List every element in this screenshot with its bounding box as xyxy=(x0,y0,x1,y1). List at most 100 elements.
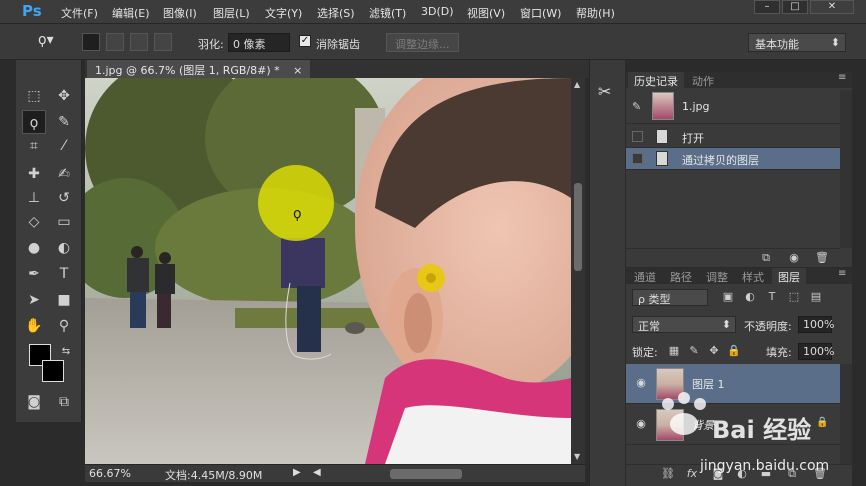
new-document-from-state-icon[interactable]: ⧉ xyxy=(758,250,774,266)
history-scrollbar[interactable] xyxy=(840,90,852,248)
zoom-level[interactable]: 66.67% xyxy=(89,467,131,480)
filter-type-icon[interactable]: T xyxy=(764,289,780,305)
blend-mode-select[interactable]: 正常 ⬍ xyxy=(632,316,736,333)
scroll-left-icon[interactable]: ◀ xyxy=(313,467,321,478)
history-step[interactable]: 打开 xyxy=(626,126,840,148)
menu-help[interactable]: 帮助(H) xyxy=(576,5,615,21)
layer-row[interactable]: ◉ 背景 🔒 xyxy=(626,405,840,445)
menu-view[interactable]: 视图(V) xyxy=(467,5,505,21)
path-selection-icon[interactable]: ➤ xyxy=(22,288,46,312)
layer-row[interactable]: ◉ 图层 1 xyxy=(626,364,840,404)
antialias-checkbox[interactable]: ✓ xyxy=(299,35,311,47)
maximize-button[interactable]: □ xyxy=(782,0,808,14)
refine-edge-button[interactable]: 调整边缘... xyxy=(386,33,459,52)
menu-layer[interactable]: 图层(L) xyxy=(213,5,250,21)
stamp-tool-icon[interactable]: ⊥ xyxy=(22,186,46,210)
pen-tool-icon[interactable]: ✒ xyxy=(22,262,46,286)
layer-filter-select[interactable]: ρ 类型 xyxy=(632,289,708,306)
quick-mask-icon[interactable]: ◙ xyxy=(22,390,46,414)
layer-style-icon[interactable]: fx xyxy=(684,466,700,482)
history-step[interactable]: 通过拷贝的图层 xyxy=(626,148,840,170)
zoom-tool-icon[interactable]: ⚲ xyxy=(52,314,76,338)
subtract-selection-icon[interactable] xyxy=(130,33,148,51)
new-group-icon[interactable]: ▬ xyxy=(758,466,774,482)
type-tool-icon[interactable]: T xyxy=(52,262,76,286)
menu-window[interactable]: 窗口(W) xyxy=(520,5,561,21)
tab-styles[interactable]: 样式 xyxy=(736,268,770,284)
quick-selection-tool-icon[interactable]: ✎ xyxy=(52,110,76,134)
filter-shape-icon[interactable]: ⬚ xyxy=(786,289,802,305)
panel-menu-icon[interactable]: ≡ xyxy=(838,72,846,83)
tab-layers[interactable]: 图层 xyxy=(772,268,806,284)
lock-all-icon[interactable]: 🔒 xyxy=(726,343,742,359)
delete-layer-icon[interactable]: 🗑 xyxy=(812,466,828,482)
tab-actions[interactable]: 动作 xyxy=(686,72,720,88)
intersect-selection-icon[interactable] xyxy=(154,33,172,51)
lock-position-icon[interactable]: ✥ xyxy=(706,343,722,359)
dodge-tool-icon[interactable]: ◐ xyxy=(52,236,76,260)
image-canvas[interactable]: ϙ xyxy=(85,78,571,464)
history-brush-icon[interactable]: ↺ xyxy=(52,186,76,210)
fill-input[interactable]: 100% xyxy=(798,343,834,360)
healing-brush-icon[interactable]: ✚ xyxy=(22,162,46,186)
history-step-checkbox[interactable] xyxy=(632,153,643,164)
status-menu-arrow-icon[interactable]: ▶ xyxy=(293,467,301,478)
scroll-up-icon[interactable]: ▲ xyxy=(574,80,580,89)
menu-image[interactable]: 图像(I) xyxy=(163,5,197,21)
menu-file[interactable]: 文件(F) xyxy=(61,5,98,21)
horizontal-scroll-thumb[interactable] xyxy=(390,469,462,479)
tab-channels[interactable]: 通道 xyxy=(628,268,662,284)
history-step-checkbox[interactable] xyxy=(632,131,643,142)
add-mask-icon[interactable]: ◙ xyxy=(710,466,726,482)
scroll-down-icon[interactable]: ▼ xyxy=(574,452,580,461)
tab-paths[interactable]: 路径 xyxy=(664,268,698,284)
menu-type[interactable]: 文字(Y) xyxy=(265,5,302,21)
menu-select[interactable]: 选择(S) xyxy=(317,5,355,21)
history-snapshot[interactable]: ✎ 1.jpg xyxy=(626,90,840,124)
eraser-tool-icon[interactable]: ◇ xyxy=(22,210,46,234)
layers-scrollbar[interactable] xyxy=(840,364,852,464)
filter-adjustment-icon[interactable]: ◐ xyxy=(742,289,758,305)
hand-tool-icon[interactable]: ✋ xyxy=(22,314,46,338)
brush-tool-icon[interactable]: ✍ xyxy=(52,162,76,186)
filter-pixel-icon[interactable]: ▣ xyxy=(720,289,736,305)
minimize-button[interactable]: – xyxy=(754,0,780,14)
add-selection-icon[interactable] xyxy=(106,33,124,51)
eyedropper-tool-icon[interactable]: ⁄ xyxy=(52,134,76,158)
menu-edit[interactable]: 编辑(E) xyxy=(112,5,150,21)
gradient-tool-icon[interactable]: ▭ xyxy=(52,210,76,234)
filter-smart-object-icon[interactable]: ▤ xyxy=(808,289,824,305)
document-tab[interactable]: 1.jpg @ 66.7% (图层 1, RGB/8#) * × xyxy=(87,60,311,78)
marquee-tool-icon[interactable]: ⬚ xyxy=(22,84,46,108)
lock-transparent-icon[interactable]: ▦ xyxy=(666,343,682,359)
shape-tool-icon[interactable]: ■ xyxy=(52,288,76,312)
move-tool-icon[interactable]: ✥ xyxy=(52,84,76,108)
blur-tool-icon[interactable]: ● xyxy=(22,236,46,260)
feather-input[interactable]: 0 像素 xyxy=(228,33,290,52)
opacity-input[interactable]: 100% xyxy=(798,316,834,333)
tab-history[interactable]: 历史记录 xyxy=(628,72,684,88)
lasso-preset-icon[interactable]: ϙ▾ xyxy=(38,32,54,48)
new-selection-icon[interactable] xyxy=(82,33,100,51)
adjustment-layer-icon[interactable]: ◐ xyxy=(734,466,750,482)
crop-tool-icon[interactable]: ⌗ xyxy=(22,134,46,158)
camera-snapshot-icon[interactable]: ◉ xyxy=(786,250,802,266)
lasso-tool-icon[interactable]: ϙ xyxy=(22,110,46,134)
vertical-scroll-thumb[interactable] xyxy=(574,183,582,271)
menu-3d[interactable]: 3D(D) xyxy=(421,5,454,18)
eye-icon[interactable]: ◉ xyxy=(634,418,648,430)
new-layer-icon[interactable]: ⧉ xyxy=(784,466,800,482)
close-window-button[interactable]: ✕ xyxy=(810,0,854,14)
vertical-scrollbar[interactable]: ▲ ▼ xyxy=(571,78,585,464)
workspace-select[interactable]: 基本功能 ⬍ xyxy=(748,33,846,52)
lock-pixels-icon[interactable]: ✎ xyxy=(686,343,702,359)
swap-colors-icon[interactable]: ⇆ xyxy=(54,340,78,364)
tab-adjustments[interactable]: 调整 xyxy=(700,268,734,284)
eye-icon[interactable]: ◉ xyxy=(634,377,648,389)
tool-presets-icon[interactable]: ✂ xyxy=(598,82,611,101)
screen-mode-icon[interactable]: ⧉ xyxy=(52,390,76,414)
close-tab-icon[interactable]: × xyxy=(293,64,302,77)
panel-menu-icon[interactable]: ≡ xyxy=(838,268,846,279)
menu-filter[interactable]: 滤镜(T) xyxy=(369,5,406,21)
trash-icon[interactable]: 🗑 xyxy=(814,250,830,266)
